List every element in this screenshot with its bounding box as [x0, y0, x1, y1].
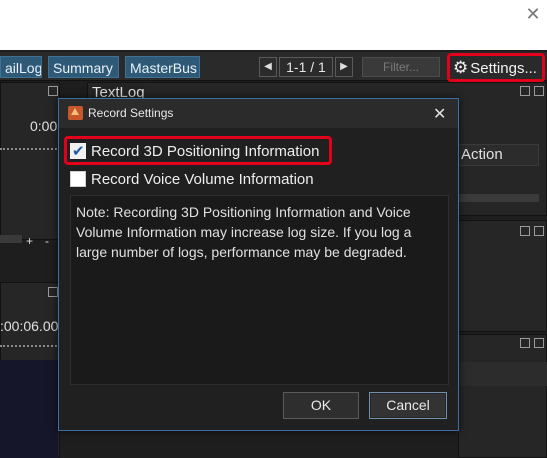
cancel-button[interactable]: Cancel	[369, 392, 447, 419]
time-readout-bottom: :00:06.00	[0, 318, 59, 334]
float-window-icon[interactable]	[520, 86, 530, 96]
float-window-icon[interactable]	[48, 86, 58, 96]
window-close-icon[interactable]: ✕	[523, 4, 543, 24]
checkbox-unchecked-icon[interactable]	[70, 171, 86, 187]
record-3d-positioning-label[interactable]: Record 3D Positioning Information	[91, 143, 319, 160]
close-icon[interactable]	[534, 226, 544, 236]
record-settings-dialog: Record Settings ✕ Record 3D Positioning …	[58, 98, 459, 431]
dialog-title: Record Settings	[88, 106, 174, 120]
settings-label: Settings...	[470, 60, 537, 77]
pager-text: 1-1 / 1	[279, 57, 333, 77]
checkbox-checked-icon[interactable]	[70, 142, 86, 160]
float-window-icon[interactable]	[520, 226, 530, 236]
note-text: Note: Recording 3D Positioning Informati…	[70, 195, 449, 385]
close-icon[interactable]	[534, 338, 544, 348]
scrollbar[interactable]	[458, 194, 539, 202]
tab-summary[interactable]: Summary	[48, 56, 119, 78]
column-header[interactable]	[458, 362, 547, 386]
settings-button[interactable]: ⚙ Settings...	[447, 53, 545, 82]
chevron-left-icon[interactable]: ◀	[259, 57, 277, 77]
timeline-ticks	[0, 345, 60, 347]
float-window-icon[interactable]	[520, 338, 530, 348]
tab-masterbus[interactable]: MasterBus	[125, 56, 200, 78]
right-bottom-panel	[458, 334, 547, 458]
action-column-label: Action	[461, 146, 503, 163]
right-mid-panel	[458, 220, 547, 332]
timeline-track	[0, 360, 58, 458]
chevron-right-icon[interactable]: ▶	[335, 57, 353, 77]
float-window-icon[interactable]	[48, 287, 58, 297]
close-icon[interactable]: ✕	[433, 104, 446, 124]
time-readout-top: 0:00	[30, 118, 58, 134]
zoom-plus-button[interactable]: +	[26, 234, 33, 248]
timeline-ticks	[0, 148, 60, 150]
zoom-minus-button[interactable]: -	[45, 234, 49, 248]
filter-button[interactable]: Filter...	[362, 57, 440, 77]
close-icon[interactable]	[534, 86, 544, 96]
scrollbar[interactable]	[0, 235, 22, 243]
app-icon	[68, 106, 83, 120]
tab-maillog[interactable]: ailLog	[0, 56, 42, 78]
gear-icon: ⚙	[453, 58, 469, 77]
record-voice-volume-label[interactable]: Record Voice Volume Information	[91, 171, 314, 188]
ok-button[interactable]: OK	[283, 392, 359, 419]
window-title-bar	[0, 0, 547, 50]
left-top-panel	[0, 82, 60, 240]
